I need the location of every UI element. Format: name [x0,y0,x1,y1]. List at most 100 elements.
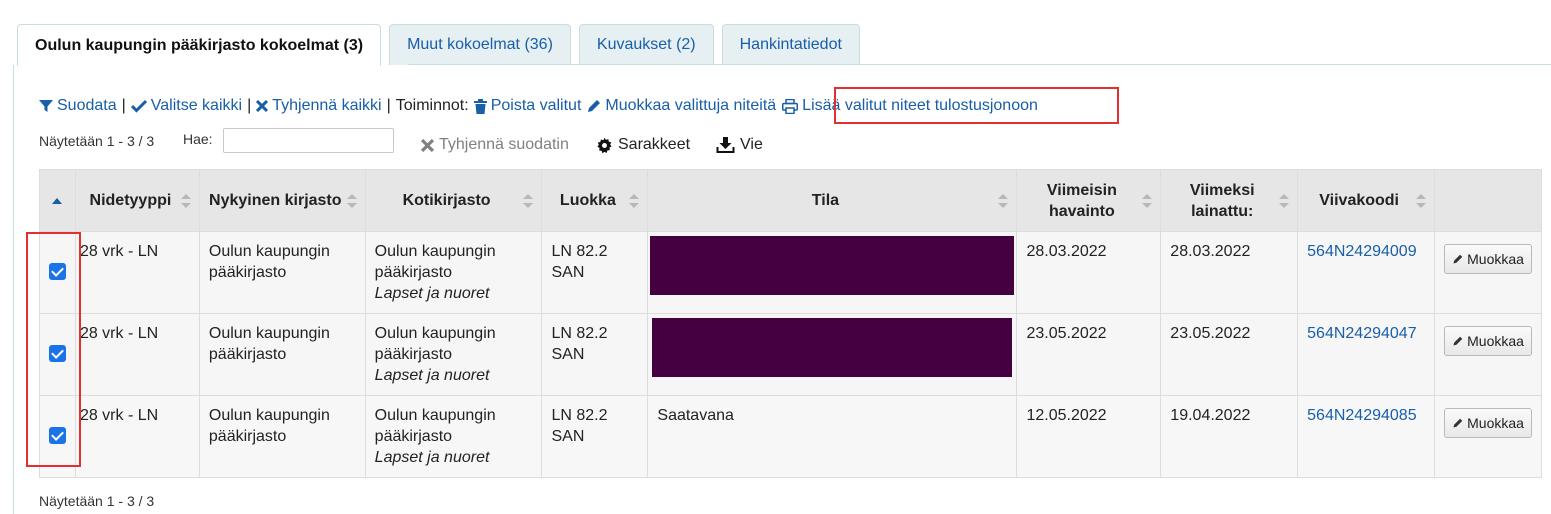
header-label: Nidetyyppi [89,192,172,209]
print-icon [782,98,799,114]
close-icon [256,100,269,112]
sort-icon [998,193,1009,208]
shelving-location: Lapset ja nuoret [374,449,490,466]
actions-cell: Muokkaa [1434,231,1542,314]
separator: | [121,97,126,114]
clear-filter-label: Tyhjennä suodatin [439,136,569,153]
pencil-icon [1453,336,1463,346]
redacted-status [652,318,1013,377]
edit-item-button[interactable]: Muokkaa [1444,244,1532,274]
last-borrowed-cell: 28.03.2022 [1160,231,1299,314]
column-header-last-seen[interactable]: Viimeisin havainto [1016,169,1162,232]
pencil-icon [1453,254,1463,264]
delete-selected-label: Poista valitut [490,97,582,114]
tab-other-holdings[interactable]: Muut kokoelmat (36) [389,24,571,65]
last-seen-cell: 28.03.2022 [1016,231,1162,314]
sort-icon [346,193,357,208]
call-number-cell: LN 82.2 SAN [541,313,649,396]
edit-item-button[interactable]: Muokkaa [1444,326,1532,356]
header-label: Tila [811,192,840,209]
items-table: Nidetyyppi Nykyinen kirjasto Kotikirjast… [39,169,1542,478]
item-type-cell: 28 vrk - LN [74,231,200,314]
columns-button[interactable]: Sarakkeet [596,136,690,154]
separator: | [386,97,391,114]
tab-divider [408,64,1551,65]
check-icon [130,99,147,113]
separator: | [247,97,252,114]
last-borrowed-cell: 19.04.2022 [1160,395,1299,478]
last-borrowed-cell: 23.05.2022 [1160,313,1299,396]
barcode-link[interactable]: 564N24294085 [1307,407,1416,424]
actions-label: Toiminnot: [395,97,469,114]
column-header-select[interactable] [39,169,76,232]
header-label: Viivakoodi [1319,192,1399,209]
home-library-name: Oulun kaupungin pääkirjasto [374,407,496,445]
panel-border [13,65,14,514]
tab-acquisition-details[interactable]: Hankintatiedot [721,24,860,65]
column-header-last-borrowed[interactable]: Viimeksi lainattu: [1160,169,1299,232]
delete-selected-link[interactable]: Poista valitut [473,97,582,115]
clear-all-label: Tyhjennä kaikki [272,97,382,114]
column-header-item-type[interactable]: Nidetyyppi [74,169,200,232]
sort-icon [180,193,191,208]
close-icon [421,138,434,152]
last-seen-cell: 23.05.2022 [1016,313,1162,396]
tab-descriptions[interactable]: Kuvaukset (2) [578,24,714,65]
select-all-link[interactable]: Valitse kaikki [130,97,243,115]
redacted-status [650,236,1015,295]
column-header-current-library[interactable]: Nykyinen kirjasto [198,169,366,232]
home-library-cell: Oulun kaupungin pääkirjasto Lapset ja nuo… [364,231,543,314]
header-label: Viimeisin havainto [1046,181,1117,220]
sort-icon [1279,193,1290,208]
clear-all-link[interactable]: Tyhjennä kaikki [256,97,382,115]
edit-item-button[interactable]: Muokkaa [1444,408,1532,438]
clear-filter-button[interactable]: Tyhjennä suodatin [421,136,569,154]
search-input[interactable] [223,128,394,153]
pencil-icon [1453,418,1463,428]
call-number-cell: LN 82.2 SAN [541,231,649,314]
column-header-call-number[interactable]: Luokka [541,169,649,232]
header-label: Nykyinen kirjasto [209,192,342,209]
column-header-status[interactable]: Tila [647,169,1018,232]
filter-link[interactable]: Suodata [39,97,117,115]
status-cell [647,231,1018,314]
barcode-link[interactable]: 564N24294047 [1307,325,1416,342]
filter-label: Suodata [57,97,117,114]
columns-label: Sarakkeet [618,136,691,153]
trash-icon [473,98,487,114]
highlight-checkboxes [26,232,81,467]
header-label: Kotikirjasto [402,192,491,209]
edit-selected-label: Muokkaa valittuja niteitä [605,97,777,114]
sort-icon [629,193,640,208]
edit-selected-link[interactable]: Muokkaa valittuja niteitä [586,97,776,115]
showing-info-footer: Näytetään 1 - 3 / 3 [39,493,155,509]
gear-icon [597,137,612,153]
status-cell: Saatavana [647,395,1018,478]
select-all-label: Valitse kaikki [150,97,243,114]
home-library-cell: Oulun kaupungin pääkirjasto Lapset ja nuo… [364,313,543,396]
header-label: Luokka [559,192,616,209]
call-number-cell: LN 82.2 SAN [541,395,649,478]
item-type-cell: 28 vrk - LN [74,395,200,478]
current-library-cell: Oulun kaupungin pääkirjasto [198,231,366,314]
barcode-link[interactable]: 564N24294009 [1307,243,1416,260]
barcode-cell: 564N24294009 [1297,231,1436,314]
search-label: Hae: [183,131,213,147]
tab-bar: Oulun kaupungin pääkirjasto kokoelmat (3… [17,24,860,66]
showing-info: Näytetään 1 - 3 / 3 [39,133,155,149]
column-header-home-library[interactable]: Kotikirjasto [364,169,543,232]
sort-icon [1142,193,1153,208]
column-header-barcode[interactable]: Viivakoodi [1297,169,1436,232]
barcode-cell: 564N24294085 [1297,395,1436,478]
filter-icon [39,100,53,112]
export-button[interactable]: Vie [716,136,763,154]
barcode-cell: 564N24294047 [1297,313,1436,396]
tab-local-holdings[interactable]: Oulun kaupungin pääkirjasto kokoelmat (3… [17,24,382,66]
export-label: Vie [740,136,763,153]
sort-ascending-icon [52,197,63,204]
last-seen-cell: 12.05.2022 [1016,395,1162,478]
home-library-name: Oulun kaupungin pääkirjasto [374,325,496,363]
download-icon [716,136,735,153]
sort-icon [1416,193,1427,208]
actions-cell: Muokkaa [1434,395,1542,478]
